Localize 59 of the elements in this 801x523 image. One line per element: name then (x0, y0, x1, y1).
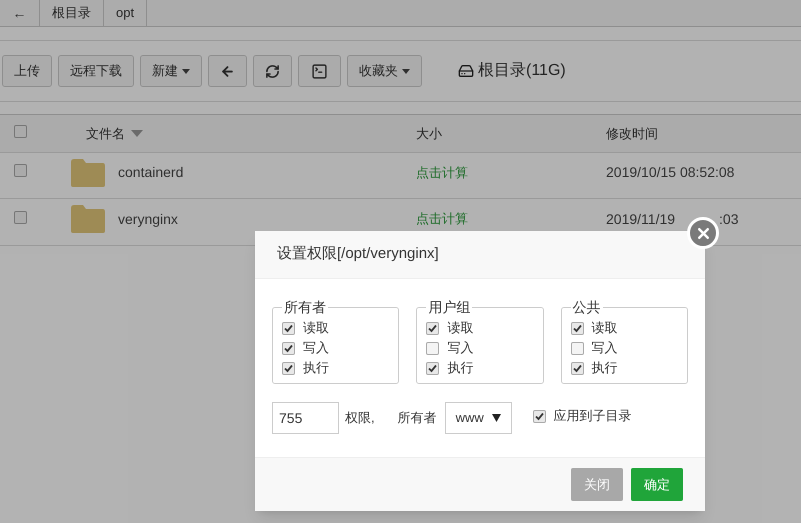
column-header[interactable]: 大小 (416, 124, 606, 144)
dropdown-button[interactable]: 新建 (140, 55, 202, 87)
caret-icon (402, 68, 410, 74)
group-title: 公共 (572, 298, 602, 317)
back-button[interactable]: ← (0, 0, 40, 26)
disk-label: 根目录(11G) (478, 61, 566, 81)
group-title: 所有者 (283, 298, 327, 317)
option-label: 读取 (447, 319, 474, 338)
modified-date: 2019/10/15 08:52:08 (606, 163, 734, 182)
checkbox[interactable] (570, 322, 584, 334)
checkbox[interactable] (282, 362, 295, 374)
option-label: 写入 (592, 339, 618, 358)
column-header[interactable]: 修改时间 (606, 124, 658, 144)
file-name[interactable]: verynginx (118, 208, 178, 230)
option-label: 读取 (303, 319, 329, 338)
mode-field[interactable]: 755 (272, 402, 339, 434)
checkbox[interactable] (282, 342, 295, 354)
breadcrumb-link[interactable]: 根目录 (40, 0, 104, 26)
refresh-icon (265, 64, 280, 78)
option-label: 执行 (303, 359, 329, 378)
option-label: 执行 (447, 359, 474, 378)
breadcrumb-link[interactable]: opt (104, 0, 148, 26)
folder-icon (70, 158, 106, 188)
close-icon[interactable] (687, 217, 719, 249)
back-button[interactable] (208, 55, 247, 87)
checkbox[interactable] (570, 362, 584, 374)
dialog-title: 设置权限[/opt/verynginx] (277, 244, 439, 264)
checkbox[interactable] (426, 322, 440, 334)
modified-date: 2019/11/19 (606, 210, 676, 228)
sort-icon (131, 130, 143, 137)
modified-date: :03 (719, 210, 738, 228)
option-label: 写入 (447, 339, 474, 358)
file-name[interactable]: containerd (118, 162, 184, 183)
group-title: 用户组 (427, 298, 472, 317)
terminal-icon (311, 62, 328, 80)
checkbox[interactable] (570, 342, 584, 354)
owner-select[interactable]: www (444, 402, 512, 434)
checkbox[interactable] (426, 362, 440, 374)
checkbox[interactable] (426, 342, 440, 354)
checkbox[interactable] (14, 124, 27, 138)
refresh-button[interactable] (253, 55, 292, 87)
toolbar-button[interactable]: 上传 (2, 55, 52, 87)
caret-icon (182, 68, 190, 74)
checkbox[interactable] (282, 322, 295, 334)
option-label: 写入 (303, 339, 329, 358)
caret-icon (492, 414, 501, 422)
option-label: 执行 (592, 359, 618, 378)
option-label: 读取 (592, 319, 618, 338)
dropdown-button[interactable]: 收藏夹 (347, 55, 422, 87)
column-header[interactable]: 文件名 (86, 124, 125, 144)
owner-label: 所有者 (398, 409, 437, 428)
checkbox[interactable] (14, 210, 27, 224)
folder-icon (70, 204, 106, 234)
checkbox[interactable] (532, 410, 546, 422)
toolbar-button[interactable]: 远程下载 (58, 55, 134, 87)
mode-label: 权限, (345, 409, 375, 428)
recursive-label: 应用到子目录 (554, 407, 632, 426)
terminal-button[interactable] (298, 55, 341, 87)
checkbox[interactable] (14, 164, 27, 177)
